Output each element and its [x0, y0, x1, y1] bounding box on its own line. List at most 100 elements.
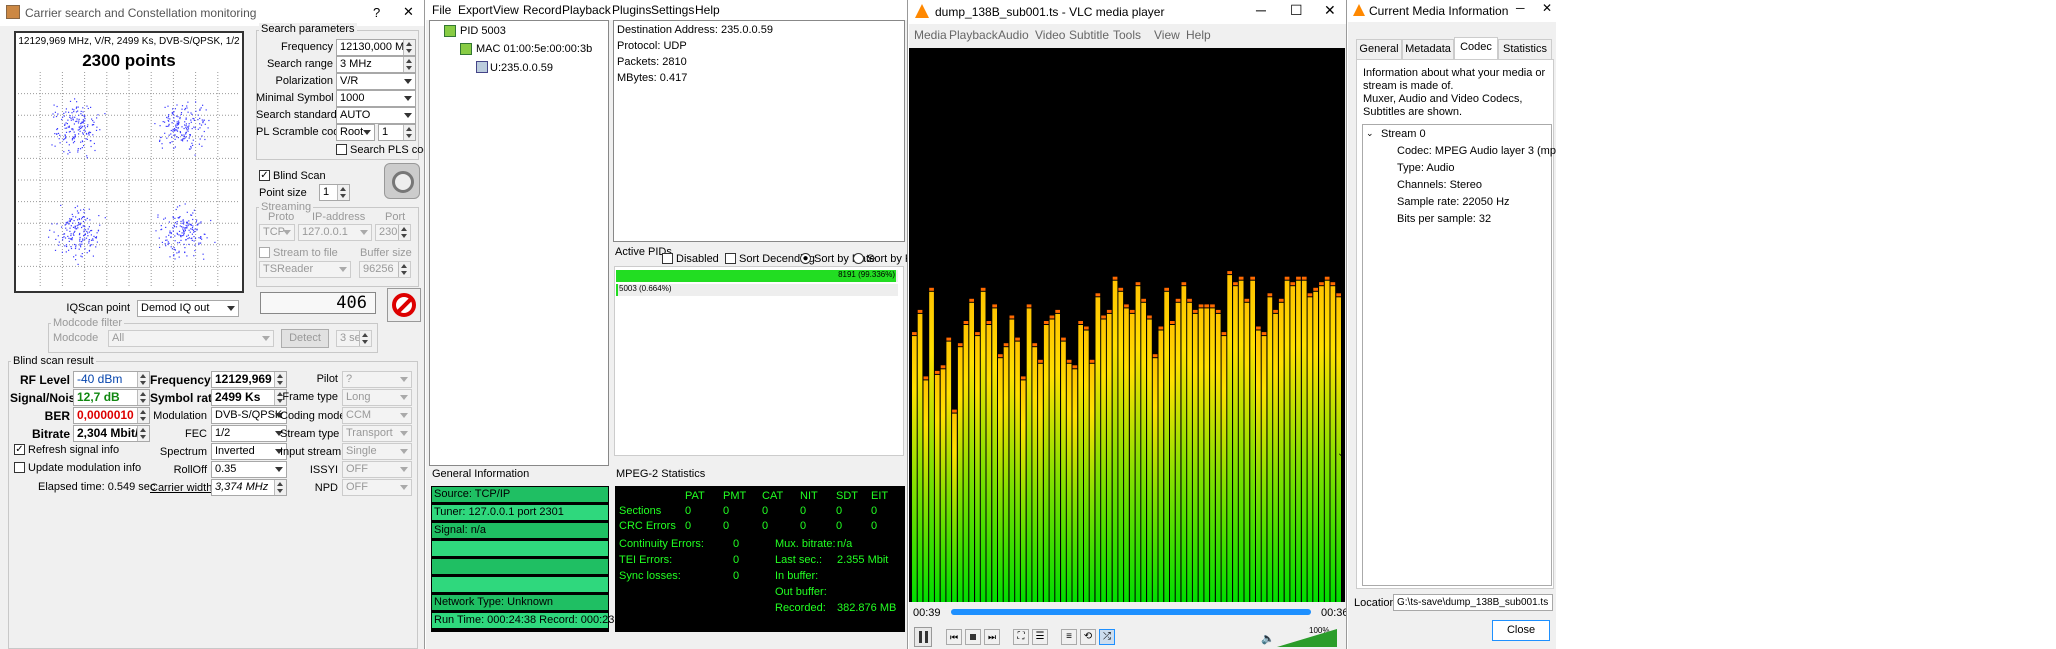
help-button[interactable]: ? — [373, 5, 380, 20]
expand-chevron-icon[interactable]: ⌄ — [1366, 128, 1374, 139]
tab-codec[interactable]: Codec — [1454, 37, 1498, 59]
frame-type-select[interactable]: Long — [342, 389, 412, 406]
issyi-select[interactable]: OFF — [342, 461, 412, 478]
sort-pid-radio[interactable] — [853, 253, 864, 264]
extended-settings-icon[interactable]: ☰ — [1032, 629, 1048, 645]
tab-metadata[interactable]: Metadata — [1402, 39, 1454, 59]
vlc-menu-audio[interactable]: Audio — [998, 28, 1029, 42]
loop-icon[interactable]: ⟲ — [1080, 629, 1096, 645]
constellation-point — [196, 219, 198, 221]
polarization-select[interactable]: V/R — [336, 73, 416, 90]
pilot-select[interactable]: ? — [342, 371, 412, 388]
menu-plugins[interactable]: Plugins — [612, 3, 651, 17]
volume-icon[interactable]: 🔈 — [1261, 632, 1275, 645]
npd-select[interactable]: OFF — [342, 479, 412, 496]
search-pls-checkbox[interactable] — [336, 144, 347, 155]
menu-file[interactable]: File — [432, 3, 451, 17]
constellation-point — [85, 132, 88, 135]
ip-select[interactable]: 127.0.0.1 — [298, 224, 372, 241]
vlc-menu-tools[interactable]: Tools — [1113, 28, 1141, 42]
volume-slider[interactable] — [1277, 629, 1337, 647]
port-input[interactable]: 2301 — [375, 224, 411, 241]
video-area[interactable] — [909, 48, 1345, 602]
stream-type-select[interactable]: Transport — [342, 425, 412, 442]
menu-record[interactable]: Record — [523, 3, 562, 17]
coding-mode-select[interactable]: CCM — [342, 407, 412, 424]
constellation-point — [71, 238, 73, 240]
search-range-input[interactable]: 3 MHz — [336, 56, 416, 73]
tab-statistics[interactable]: Statistics — [1498, 39, 1552, 59]
fullscreen-icon[interactable]: ⛶ — [1013, 629, 1029, 645]
detect-timeout-input[interactable]: 3 sec — [336, 330, 372, 347]
stop-icon[interactable] — [965, 629, 981, 645]
tree-host-label[interactable]: U:235.0.0.59 — [490, 62, 553, 74]
npd-label: NPD — [314, 482, 338, 494]
vlc-menu-video[interactable]: Video — [1035, 28, 1065, 42]
rolloff-select[interactable]: 0.35 — [211, 461, 287, 478]
vlc-menu-media[interactable]: Media — [914, 28, 947, 42]
buffer-size-input[interactable]: 96256 — [359, 261, 411, 278]
vlc-menu-view[interactable]: View — [1154, 28, 1180, 42]
close-button[interactable]: ✕ — [403, 4, 414, 20]
info-close-dialog-button[interactable]: Close — [1492, 620, 1550, 641]
iq-scan-select[interactable]: Demod IQ out — [137, 300, 239, 317]
vlc-menu-subtitle[interactable]: Subtitle — [1069, 28, 1109, 42]
sort-rate-radio[interactable]: ● — [800, 253, 811, 264]
stop-button[interactable] — [387, 288, 421, 322]
stream-node[interactable]: Stream 0 — [1381, 128, 1426, 140]
input-stream-select[interactable]: Single — [342, 443, 412, 460]
constellation-point — [188, 220, 190, 222]
search-standard-select[interactable]: AUTO — [336, 107, 416, 124]
menu-settings[interactable]: Settings — [651, 3, 694, 17]
constellation-point — [69, 227, 71, 229]
location-input[interactable]: G:\ts-save\dump_138B_sub001.ts — [1393, 594, 1553, 611]
modcode-select[interactable]: All — [108, 330, 274, 347]
blind-scan-checkbox[interactable]: ✓ — [259, 170, 270, 181]
min-symbol-rate-label: Minimal Symbol rate — [256, 92, 356, 104]
pause-icon[interactable] — [914, 627, 932, 647]
constellation-point — [64, 245, 66, 247]
frequency-input[interactable]: 12130,000 MHz — [336, 39, 416, 56]
sort-desc-checkbox[interactable] — [725, 253, 736, 264]
tab-general[interactable]: General — [1356, 39, 1402, 59]
previous-icon[interactable]: ⏮ — [946, 629, 962, 645]
search-range-value: 3 MHz — [340, 58, 372, 70]
fec-select[interactable]: 1/2 — [211, 425, 287, 442]
min-symbol-rate-select[interactable]: 1000 — [336, 90, 416, 107]
spectrum-value: Inverted — [215, 445, 255, 457]
vlc-menu-playback[interactable]: Playback — [949, 28, 998, 42]
file-select[interactable]: TSReader — [259, 261, 351, 278]
pl-scramble-mode-select[interactable]: Root — [336, 124, 375, 141]
playlist-icon[interactable]: ≡ — [1061, 629, 1077, 645]
constellation-point — [79, 222, 82, 224]
modulation-select[interactable]: DVB-S/QPSK — [211, 407, 287, 424]
detect-button[interactable]: Detect — [281, 329, 329, 348]
stream-to-file-checkbox[interactable] — [259, 247, 270, 258]
menu-view[interactable]: View — [493, 3, 519, 17]
menu-export[interactable]: Export — [458, 3, 493, 17]
pid-bar[interactable]: 5003 (0.664%) — [616, 284, 898, 296]
info-minimize-button[interactable]: ─ — [1516, 1, 1525, 15]
refresh-signal-checkbox[interactable]: ✓ — [14, 444, 25, 455]
point-size-input[interactable]: 1 — [319, 184, 350, 201]
disabled-checkbox[interactable] — [662, 253, 673, 264]
spectrum-label: Spectrum — [159, 446, 207, 458]
pl-scramble-code-input[interactable]: 1 — [378, 124, 416, 141]
scan-logo-icon[interactable] — [384, 163, 420, 199]
minimize-button[interactable]: ─ — [1256, 2, 1266, 18]
next-icon[interactable]: ⏭ — [984, 629, 1000, 645]
menu-playback[interactable]: Playback — [562, 3, 611, 17]
shuffle-icon[interactable]: ⤮ — [1099, 629, 1115, 645]
spectrum-select[interactable]: Inverted — [211, 443, 287, 460]
info-close-button[interactable]: ✕ — [1542, 1, 1552, 15]
seek-bar[interactable] — [951, 609, 1311, 615]
tree-mac-label[interactable]: MAC 01:00:5e:00:00:3b — [476, 43, 592, 55]
menu-help[interactable]: Help — [695, 3, 720, 17]
maximize-button[interactable]: ☐ — [1290, 2, 1303, 19]
pid-bar[interactable]: 8191 (99.336%) — [616, 270, 898, 282]
tree-pid-label[interactable]: PID 5003 — [460, 25, 506, 37]
update-modulation-checkbox[interactable] — [14, 462, 25, 473]
proto-select[interactable]: TCP — [259, 224, 295, 241]
vlc-close-button[interactable]: ✕ — [1324, 2, 1336, 19]
vlc-menu-help[interactable]: Help — [1186, 28, 1211, 42]
